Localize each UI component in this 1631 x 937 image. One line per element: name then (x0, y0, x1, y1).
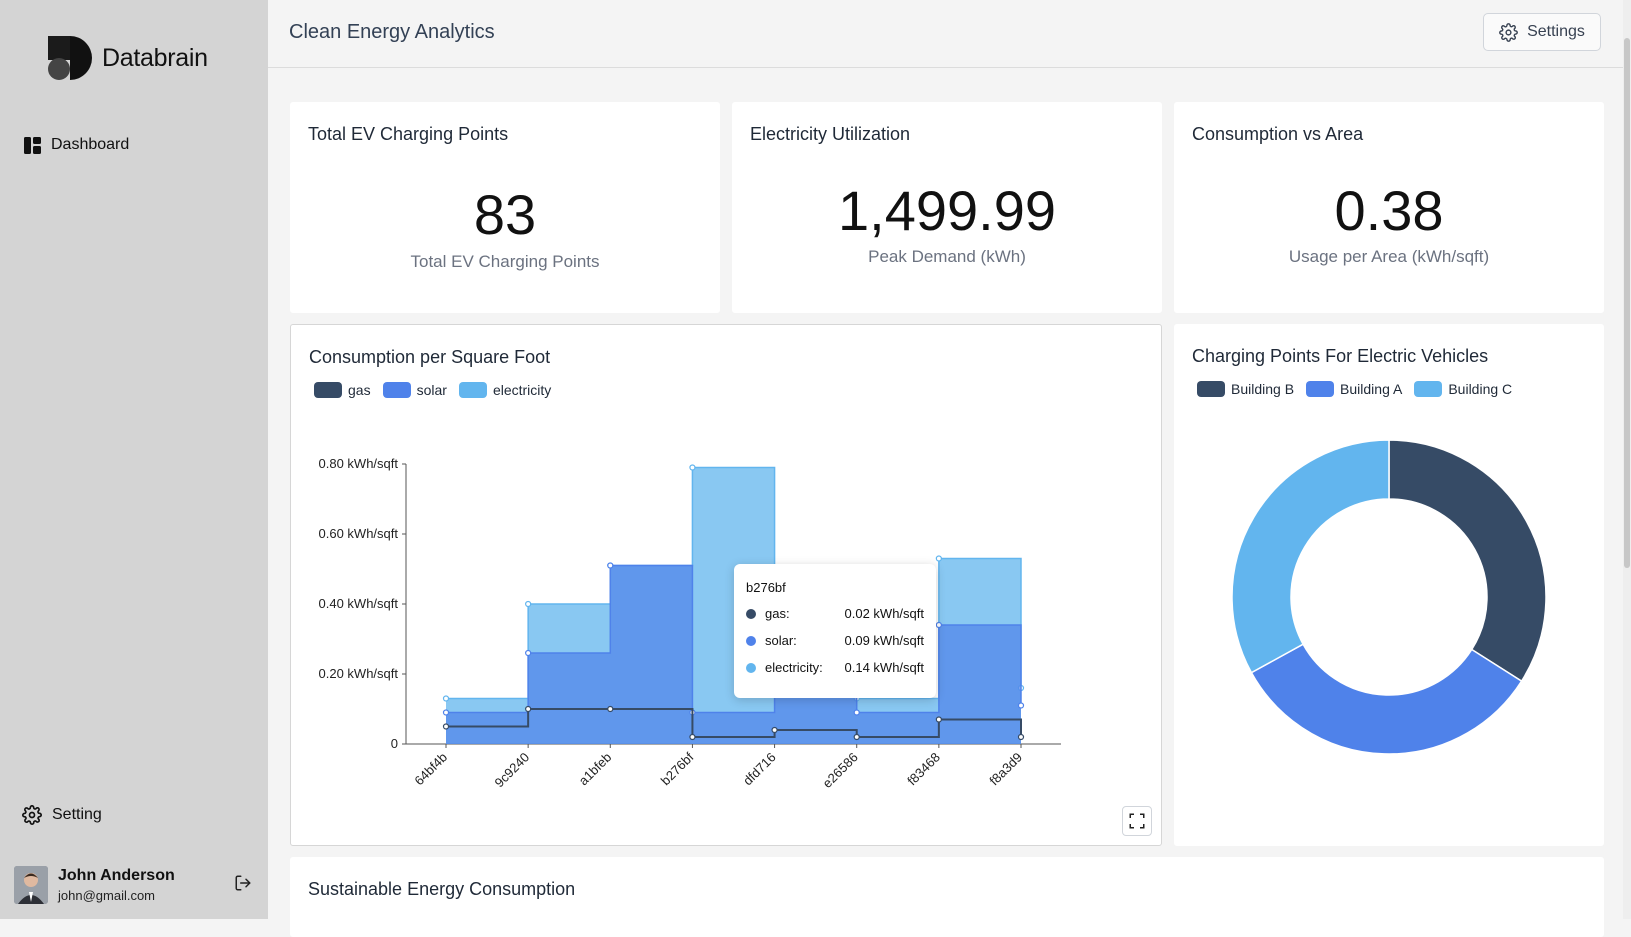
scrollbar-thumb[interactable] (1624, 38, 1630, 568)
legend-label: gas (348, 382, 371, 398)
tooltip-title: b276bf (746, 580, 786, 595)
sidebar-item-label: Setting (52, 806, 102, 823)
legend-label: electricity (492, 382, 552, 398)
donut-slice-building-b[interactable] (1388, 439, 1547, 683)
tooltip-value: 0.09 kWh/sqft (844, 633, 924, 648)
kpi-title: Consumption vs Area (1192, 124, 1364, 144)
legend-item-gas[interactable]: gas (314, 382, 371, 398)
electricity-dot-icon (746, 662, 756, 673)
kpi-card-consumption-area: Consumption vs Area 0.38 Usage per Area … (1174, 102, 1604, 313)
databrain-logo-icon (48, 36, 92, 80)
legend-swatch (458, 382, 487, 398)
chart-card-consumption: Consumption per Square Foot gas solar el… (290, 324, 1162, 846)
donut-slice-building-a[interactable] (1250, 643, 1523, 755)
kpi-subtitle: Total EV Charging Points (410, 252, 600, 271)
legend-item-electricity[interactable]: electricity (458, 382, 552, 398)
tooltip-label: electricity: (765, 660, 823, 675)
expand-chart-button[interactable] (1122, 806, 1152, 836)
brand-name: Databrain (102, 44, 208, 72)
user-profile: John Anderson john@gmail.com (14, 866, 254, 904)
user-name: John Anderson (58, 867, 175, 884)
tooltip-label: gas: (765, 606, 790, 621)
settings-label: Settings (1527, 23, 1585, 40)
legend-item-solar[interactable]: solar (382, 382, 447, 398)
sidebar-item-dashboard[interactable]: Dashboard (24, 136, 129, 154)
donut-slice-building-c[interactable] (1231, 439, 1390, 674)
page-title: Clean Energy Analytics (289, 21, 495, 43)
dashboard-icon (24, 136, 41, 154)
gear-icon (1499, 22, 1518, 42)
top-bar: Clean Energy Analytics Settings (268, 0, 1631, 68)
chart-card-sustainable: Sustainable Energy Consumption (290, 857, 1604, 937)
chart-tooltip: b276bf gas: 0.02 kWh/sqft solar: 0.09 kW… (734, 564, 936, 698)
legend-swatch (314, 382, 342, 398)
gear-icon (22, 805, 42, 825)
chart-legend: gas solar electricity (314, 382, 563, 398)
tooltip-row-gas: gas: 0.02 kWh/sqft (746, 606, 924, 621)
user-email: john@gmail.com (58, 888, 156, 903)
logout-icon[interactable] (234, 874, 252, 897)
chart-title: Consumption per Square Foot (309, 347, 551, 367)
legend-label: solar (416, 382, 447, 398)
tooltip-row-solar: solar: 0.09 kWh/sqft (746, 633, 924, 648)
legend-swatch (382, 382, 411, 398)
kpi-card-ev-charging: Total EV Charging Points 83 Total EV Cha… (290, 102, 720, 313)
gas-dot-icon (746, 608, 756, 619)
kpi-value: 83 (473, 183, 537, 246)
kpi-card-electricity: Electricity Utilization 1,499.99 Peak De… (732, 102, 1162, 313)
donut-chart-plot[interactable] (1174, 324, 1604, 846)
kpi-title: Total EV Charging Points (308, 124, 509, 144)
brand-logo[interactable]: Databrain (48, 36, 208, 81)
kpi-subtitle: Peak Demand (kWh) (868, 247, 1026, 266)
fullscreen-icon (1129, 813, 1145, 829)
kpi-subtitle: Usage per Area (kWh/sqft) (1288, 247, 1490, 266)
kpi-value: 0.38 (1334, 179, 1444, 242)
sidebar-item-setting[interactable]: Setting (22, 805, 102, 825)
solar-dot-icon (746, 635, 756, 646)
tooltip-row-electricity: electricity: 0.14 kWh/sqft (746, 660, 924, 675)
sidebar: Databrain Dashboard Setting John Anderso… (0, 0, 268, 919)
chart-title: Sustainable Energy Consumption (308, 879, 576, 899)
settings-button[interactable]: Settings (1483, 13, 1601, 51)
tooltip-label: solar: (765, 633, 797, 648)
kpi-title: Electricity Utilization (750, 124, 911, 144)
avatar[interactable] (14, 866, 48, 904)
sidebar-item-label: Dashboard (51, 136, 130, 153)
kpi-value: 1,499.99 (838, 179, 1056, 242)
tooltip-value: 0.02 kWh/sqft (844, 606, 924, 621)
tooltip-value: 0.14 kWh/sqft (844, 660, 924, 675)
